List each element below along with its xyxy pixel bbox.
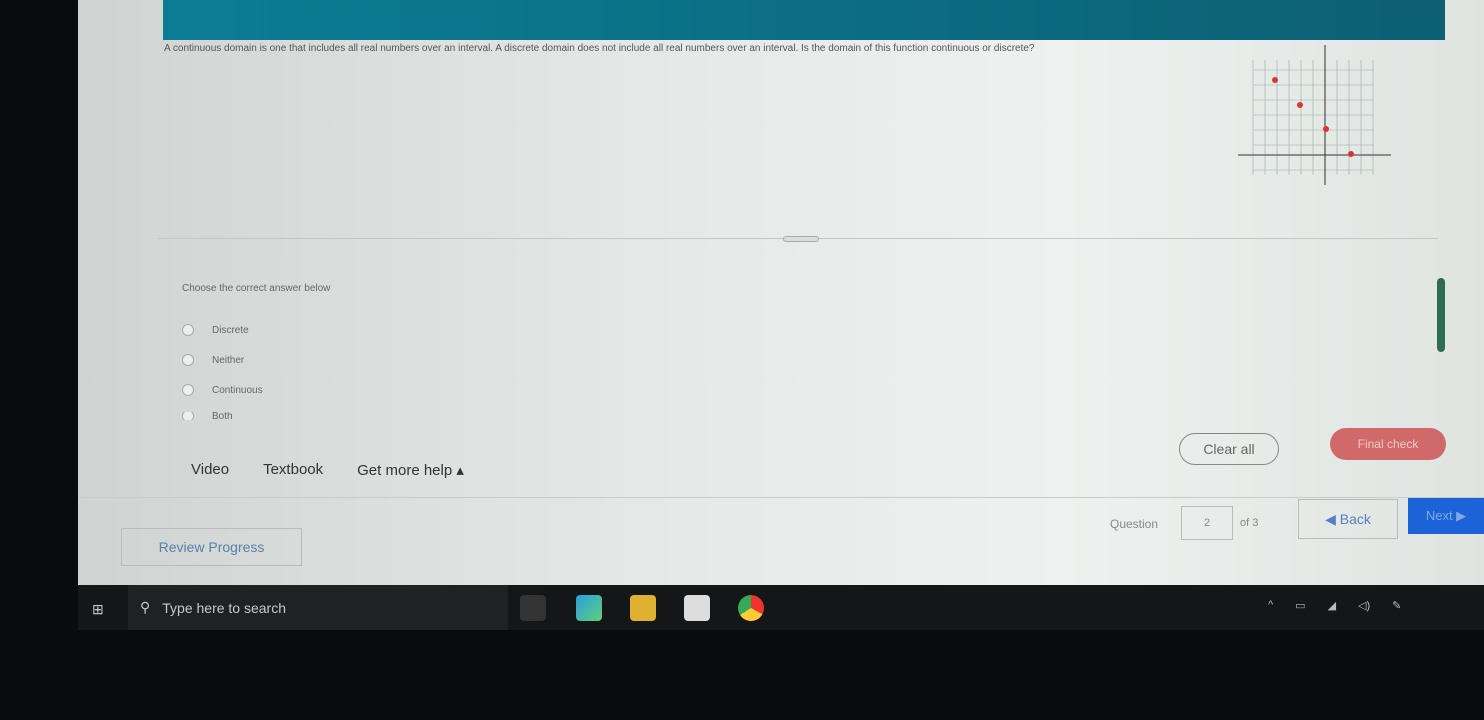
option-continuous[interactable]: Continuous (182, 384, 263, 396)
windows-start-icon[interactable]: ⊞ (92, 601, 108, 617)
next-button[interactable]: Next ▶ (1408, 498, 1484, 534)
option-discrete[interactable]: Discrete (182, 324, 249, 336)
option-label: Neither (212, 354, 245, 366)
data-point (1348, 151, 1354, 157)
header-bar (163, 0, 1445, 40)
option-both[interactable]: Both (182, 412, 233, 420)
question-label: Question (1110, 517, 1159, 531)
data-point (1272, 77, 1278, 83)
option-label: Discrete (212, 324, 249, 336)
search-icon: ⚲ (140, 599, 151, 615)
graph-grid (1252, 60, 1374, 175)
option-label: Both (212, 412, 233, 420)
taskbar-search[interactable]: ⚲ Type here to search (128, 585, 508, 630)
final-check-button[interactable]: Final check (1330, 428, 1446, 460)
option-label: Continuous (212, 384, 263, 396)
help-links: Video Textbook Get more help ▴ (191, 461, 464, 479)
browser-screen: A continuous domain is one that includes… (78, 0, 1484, 585)
radio-button[interactable] (182, 412, 194, 420)
edge-icon[interactable] (576, 595, 602, 621)
search-placeholder: Type here to search (162, 599, 287, 616)
file-explorer-icon[interactable] (630, 595, 656, 621)
option-neither[interactable]: Neither (182, 354, 244, 366)
back-button[interactable]: ◀ Back (1298, 499, 1398, 539)
battery-icon[interactable]: ▭ (1295, 599, 1305, 612)
clear-all-button[interactable]: Clear all (1179, 433, 1279, 465)
chevron-up-icon[interactable]: ^ (1268, 599, 1273, 612)
footer-divider (78, 497, 1484, 498)
video-link[interactable]: Video (191, 461, 229, 479)
data-point (1297, 102, 1303, 108)
question-number-input[interactable]: 2 (1181, 506, 1233, 540)
task-view-icon[interactable] (520, 595, 546, 621)
get-more-help-link[interactable]: Get more help ▴ (357, 461, 464, 479)
taskbar: ⊞ ⚲ Type here to search ^ ▭ ◢ ◁) ✎ (78, 585, 1484, 630)
textbook-link[interactable]: Textbook (263, 461, 323, 479)
question-total: of 3 (1240, 517, 1259, 529)
pen-icon[interactable]: ✎ (1392, 599, 1401, 612)
radio-button[interactable] (182, 324, 194, 336)
volume-icon[interactable]: ◁) (1358, 599, 1370, 612)
radio-button[interactable] (182, 354, 194, 366)
chrome-icon[interactable] (738, 595, 764, 621)
store-icon[interactable] (684, 595, 710, 621)
data-point (1323, 126, 1329, 132)
question-text: A continuous domain is one that includes… (164, 43, 1035, 54)
review-progress-button[interactable]: Review Progress (121, 528, 302, 566)
network-icon[interactable]: ◢ (1328, 599, 1336, 612)
scrollbar[interactable] (1437, 278, 1445, 352)
function-graph (1238, 45, 1391, 185)
resize-handle[interactable] (783, 236, 819, 242)
radio-button[interactable] (182, 384, 194, 396)
system-tray: ^ ▭ ◢ ◁) ✎ (1268, 599, 1401, 612)
answer-prompt: Choose the correct answer below (182, 283, 331, 294)
